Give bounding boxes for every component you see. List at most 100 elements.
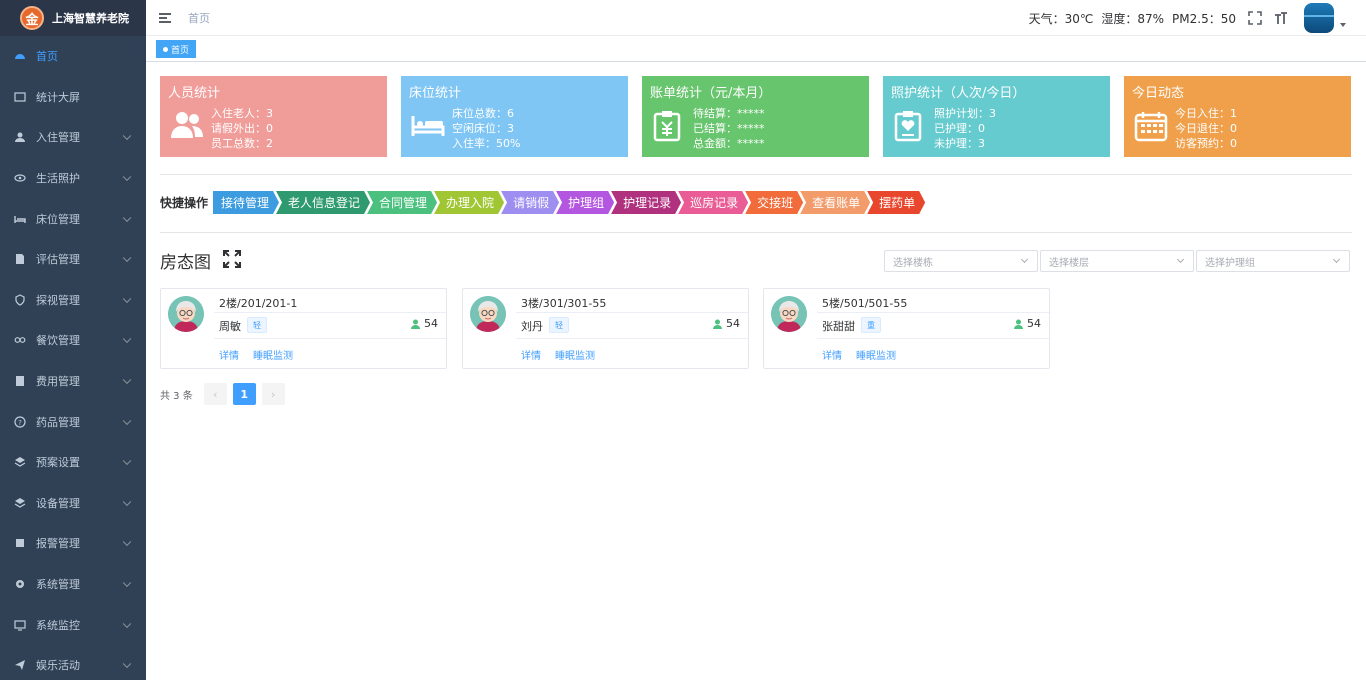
sidebar-item[interactable]: 首页 [0, 36, 146, 77]
quick-op-button[interactable]: 巡房记录 [678, 191, 748, 214]
navbar-right: 天气：30℃ 湿度：87% PM2.5：50 [1029, 0, 1346, 36]
care-level-tag: 重 [861, 317, 881, 333]
quick-op-button[interactable]: 请销假 [501, 191, 559, 214]
quick-ops-bar: 接待管理 老人信息登记 合同管理 办理入院 请销假 护理组 护理记录 巡房记录 交接班 查看账单摆… [213, 191, 922, 214]
stat-title: 照护统计（人次/今日） [891, 86, 1026, 101]
floor-select[interactable]: 选择楼层 [1040, 250, 1194, 272]
monitor-icon [14, 619, 26, 631]
sleep-monitor-link[interactable]: 睡眠监测 [856, 347, 896, 362]
sleep-monitor-link[interactable]: 睡眠监测 [253, 347, 293, 362]
person-icon [713, 319, 722, 329]
details-link[interactable]: 详情 [219, 347, 239, 362]
sidebar-item[interactable]: 入住管理 [0, 117, 146, 158]
stat-lines: 入住老人：3 请假外出：0 员工总数：2 [211, 106, 273, 151]
weather-text: 天气：30℃ [1028, 11, 1094, 26]
pagination: 共 3 条 ‹ 1 › [160, 383, 285, 405]
elder-name: 刘丹 [521, 320, 543, 333]
sidebar-item[interactable]: 系统管理 [0, 564, 146, 605]
quick-op-button[interactable]: 交接班 [745, 191, 803, 214]
room-card: 2楼/201/201-1 周敏轻 54 详情 睡眠监测 [160, 288, 447, 369]
sidebar-item[interactable]: 统计大屏 [0, 77, 146, 118]
next-page-button[interactable]: › [261, 383, 285, 405]
stat-title: 床位统计 [409, 86, 462, 101]
breadcrumb[interactable]: 首页 [188, 10, 210, 26]
chevron-down-icon [1332, 255, 1341, 264]
sidebar-item[interactable]: 评估管理 [0, 239, 146, 280]
age-value: 54 [1027, 317, 1041, 330]
quick-op-button[interactable]: 合同管理 [367, 191, 437, 214]
bill-icon [652, 110, 684, 142]
document-icon [14, 253, 26, 265]
divider [516, 312, 748, 313]
quick-op-button[interactable]: 护理组 [556, 191, 614, 214]
page-number[interactable]: 1 [232, 383, 256, 405]
age-value: 54 [424, 317, 438, 330]
details-link[interactable]: 详情 [521, 347, 541, 362]
elder-name: 周敏 [219, 320, 241, 333]
tab-home[interactable]: 首页 [156, 40, 197, 58]
sidebar-item[interactable]: 探视管理 [0, 280, 146, 321]
room-card: 5楼/501/501-55 张甜甜重 54 详情 睡眠监测 [763, 288, 1050, 369]
quick-op-button[interactable]: 接待管理 [213, 191, 279, 214]
wallet-icon [14, 375, 26, 387]
elder-avatar [470, 296, 506, 332]
sidebar-item[interactable]: 费用管理 [0, 361, 146, 402]
elder-avatar [771, 296, 807, 332]
bed-location: 3楼/301/301-55 [521, 297, 607, 310]
sidebar-item[interactable]: 报警管理 [0, 523, 146, 564]
stat-line: 今日入住：1 [1175, 107, 1237, 120]
caret-down-icon[interactable] [1340, 23, 1346, 27]
screen-icon [14, 91, 26, 103]
quick-op-button[interactable]: 护理记录 [611, 191, 681, 214]
stat-line: 未护理：3 [934, 137, 985, 150]
user-avatar[interactable] [1304, 3, 1334, 33]
bed-location: 2楼/201/201-1 [219, 297, 298, 310]
fullscreen-icon[interactable] [1248, 11, 1262, 25]
hamburger-icon[interactable] [159, 12, 171, 23]
nursing-group-select[interactable]: 选择护理组 [1196, 250, 1350, 272]
divider [516, 338, 748, 339]
building-select[interactable]: 选择楼栋 [884, 250, 1038, 272]
stat-line: 访客预约：0 [1175, 137, 1237, 150]
sidebar-item[interactable]: 预案设置 [0, 442, 146, 483]
person-icon [1014, 319, 1023, 329]
gear-icon [14, 578, 26, 590]
quick-op-button[interactable]: 办理入院 [434, 191, 504, 214]
prev-page-button[interactable]: ‹ [203, 383, 227, 405]
stat-line: 床位总数：6 [452, 107, 514, 120]
stat-title: 人员统计 [168, 86, 221, 101]
user-icon [14, 131, 26, 143]
sidebar-item[interactable]: 生活照护 [0, 158, 146, 199]
font-size-icon[interactable] [1274, 11, 1288, 25]
expand-icon[interactable] [223, 250, 241, 268]
sidebar-item[interactable]: 娱乐活动 [0, 645, 146, 680]
stat-line: 照护计划：3 [934, 107, 996, 120]
alarm-icon [14, 537, 26, 549]
select-placeholder: 选择护理组 [1205, 257, 1255, 269]
tag-dot-icon [163, 46, 168, 52]
stat-line: 入住老人：3 [211, 107, 273, 120]
quick-op-button[interactable]: 摆药单 [867, 191, 925, 214]
bed-icon [411, 110, 445, 142]
chevron-down-icon [1176, 255, 1185, 264]
sidebar-item[interactable]: 设备管理 [0, 483, 146, 524]
select-placeholder: 选择楼栋 [893, 257, 933, 269]
sidebar-item[interactable]: 床位管理 [0, 198, 146, 239]
stat-line: 已结算：***** [693, 122, 765, 135]
stat-line: 请假外出：0 [211, 122, 273, 135]
details-link[interactable]: 详情 [822, 347, 842, 362]
sidebar-item[interactable]: 系统监控 [0, 604, 146, 645]
layers-icon [14, 497, 26, 509]
top-navbar: 首页 天气：30℃ 湿度：87% PM2.5：50 [146, 0, 1366, 36]
sidebar-item[interactable]: 餐饮管理 [0, 320, 146, 361]
tab-label: 首页 [171, 45, 190, 56]
sidebar-item[interactable]: ? 药品管理 [0, 401, 146, 442]
quick-op-button[interactable]: 老人信息登记 [276, 191, 370, 214]
logo[interactable]: 金 上海智慧养老院 [0, 0, 146, 36]
select-placeholder: 选择楼层 [1049, 257, 1089, 269]
elder-age: 54 [411, 317, 438, 330]
quick-op-button[interactable]: 查看账单 [800, 191, 870, 214]
divider [160, 232, 1352, 233]
sleep-monitor-link[interactable]: 睡眠监测 [555, 347, 595, 362]
chevron-down-icon [1020, 255, 1029, 264]
